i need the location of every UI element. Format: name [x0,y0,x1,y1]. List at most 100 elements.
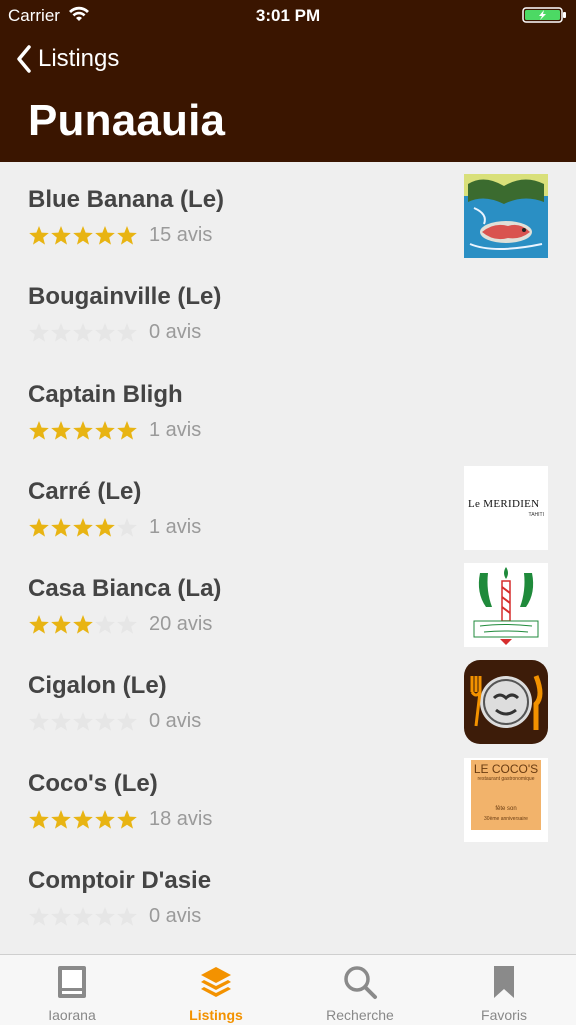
star-icon [29,907,49,926]
le-meridien-logo: Le MERIDIEN TAHITI [464,465,548,550]
list-item[interactable]: Comptoir D'asie 0 avis [0,843,576,940]
star-icon [29,615,49,634]
tab-listings[interactable]: Listings [144,955,288,1025]
header: Carrier 3:01 PM Listings Punaauia [0,0,576,162]
review-count: 18 avis [149,807,213,830]
book-icon [58,966,86,998]
review-count: 15 avis [149,224,213,246]
star-icon [95,420,115,440]
status-time: 3:01 PM [255,6,321,25]
battery-icon [522,7,566,23]
logo-subtext: TAHITI [528,511,544,518]
star-icon [29,517,49,537]
star-icon [95,907,115,926]
tab-label: Recherche [326,1007,394,1023]
star-icon [95,712,115,732]
review-count: 1 avis [149,515,202,538]
star-icon [73,712,93,732]
star-icon [95,226,115,245]
star-icon [51,712,71,732]
star-icon [51,420,71,440]
listing-name: Comptoir D'asie [28,867,212,895]
rating-stars [28,420,138,441]
star-icon [29,323,49,342]
list-item[interactable]: Carré (Le) 1 avis Le MERIDIEN TAHITI [0,454,576,551]
star-icon [95,809,115,829]
review-count: 0 avis [149,905,202,928]
logo-text: Le MERIDIEN [468,497,540,510]
review-count: 1 avis [149,418,202,441]
star-icon [73,226,93,245]
tab-iaorana[interactable]: Iaorana [0,955,144,1025]
listing-name: Captain Bligh [28,380,183,408]
star-icon [73,420,93,440]
star-icon [73,615,93,634]
listing-name: Blue Banana (Le) [28,186,225,213]
star-icon [117,809,137,829]
tab-recherche[interactable]: Recherche [288,955,432,1025]
list-item[interactable]: Casa Bianca (La) 20 avis [0,551,576,648]
star-icon [117,712,137,732]
star-icon [51,615,71,634]
tab-bar: Iaorana Listings Recherche Favoris [0,954,576,1025]
star-icon [29,712,49,732]
review-count: 20 avis [149,613,213,636]
rating-stars [28,809,138,830]
star-icon [29,809,49,829]
rating-stars [28,711,138,732]
star-icon [95,323,115,342]
list-item[interactable]: Captain Bligh 1 avis [0,357,576,454]
rating-stars [28,517,138,538]
list-item[interactable]: Blue Banana (Le) 15 avis [0,162,576,259]
back-label: Listings [38,45,120,72]
back-button[interactable]: Listings [16,44,119,74]
star-icon [73,323,93,342]
logo-subtext: restaurant gastronomique [477,775,535,782]
logo-subtext: fête son [495,805,517,812]
status-bar: Carrier 3:01 PM [0,0,576,30]
casa-bianca-logo [464,563,548,648]
rating-stars [28,322,138,343]
star-icon [117,323,137,342]
star-icon [117,907,137,926]
listing-name: Bougainville (Le) [28,283,222,311]
star-icon [29,420,49,440]
star-icon [51,226,71,245]
listing-name: Coco's (Le) [28,769,158,797]
star-icon [51,809,71,829]
rating-stars [28,614,138,635]
bookmark-icon [494,966,514,998]
list-item[interactable]: Coco's (Le) 18 avis LE COCO'S restaurant ga… [0,746,576,843]
list-item[interactable]: Cigalon (Le) 0 avis [0,648,576,745]
listing-name: Casa Bianca (La) [28,575,222,603]
chevron-left-icon [17,45,31,73]
tab-favoris[interactable]: Favoris [432,955,576,1025]
review-count: 0 avis [149,710,202,733]
list-item[interactable]: Bougainville (Le) 0 avis [0,259,576,356]
cigalon-logo [464,660,548,745]
layers-icon [201,967,231,997]
search-icon [344,966,377,999]
tab-label: Listings [189,1007,243,1023]
star-icon [95,615,115,634]
tab-label: Favoris [481,1007,527,1023]
star-icon [73,517,93,537]
listing-name: Cigalon (Le) [28,672,167,700]
star-icon [51,323,71,342]
star-icon [51,907,71,926]
blue-banana-logo [464,174,548,258]
star-icon [29,226,49,245]
logo-text: LE COCO'S [473,761,539,776]
star-icon [117,226,137,245]
tab-label: Iaorana [48,1007,96,1023]
star-icon [117,615,137,634]
logo-subtext: 30ème anniversaire [484,815,528,822]
listings-list: Blue Banana (Le) 15 avis Bougainville (Le)… [0,162,576,954]
rating-stars [28,225,138,246]
page-title: Punaauia [28,96,226,145]
listing-name: Carré (Le) [28,477,142,505]
star-icon [73,907,93,926]
review-count: 0 avis [149,321,202,344]
star-icon [51,517,71,537]
star-icon [117,420,137,440]
